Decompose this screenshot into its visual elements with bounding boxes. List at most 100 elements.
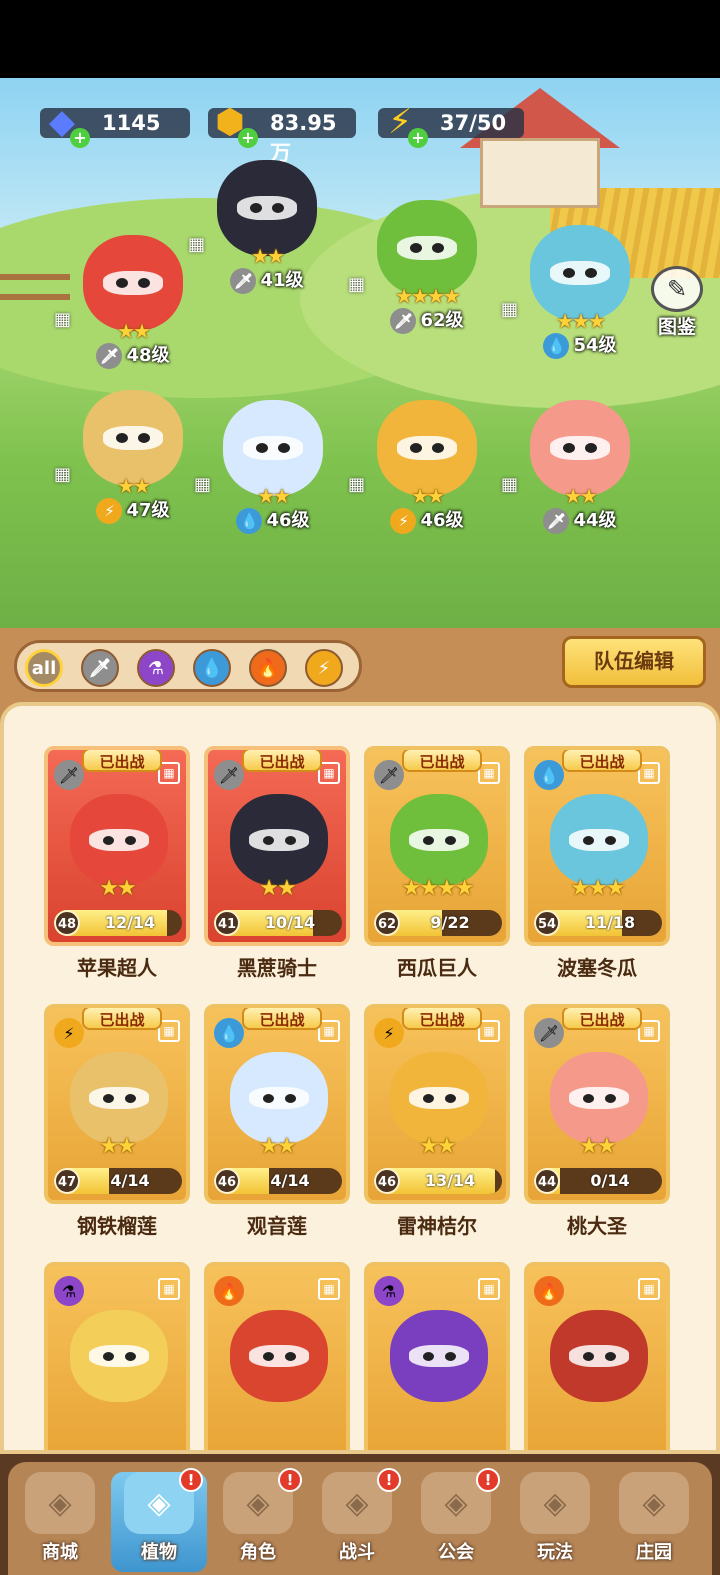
plant-card[interactable]: 🗡 ▦ 已出战 ★★ 41 10/14 [204, 746, 350, 946]
plant-card[interactable]: ⚡ ▦ 已出战 ★★ 46 13/14 [364, 1004, 510, 1204]
gem-amount: 1145 [102, 111, 161, 135]
hero-stars: ★★ [117, 474, 151, 498]
team-hero[interactable]: ▦ ★★ 🗡 41级 [188, 150, 342, 310]
plant-face [89, 829, 149, 851]
plant-card[interactable]: ⚗ ▦ [44, 1262, 190, 1450]
plant-portrait [230, 794, 328, 886]
hero-sprite [223, 400, 323, 496]
hero-level: ⚡ 46级 [352, 506, 502, 534]
card-stars: ★★ [579, 1134, 616, 1159]
shard-count: 4/14 [110, 1171, 150, 1190]
deployed-badge: 已出战 [402, 750, 482, 772]
shard-count: 11/18 [584, 913, 636, 932]
team-hero[interactable]: ▦ ★★ 💧 46级 [194, 390, 348, 550]
plant-portrait [70, 794, 168, 886]
shard-progress-bar: 44 0/14 [534, 1168, 662, 1194]
plant-card[interactable]: 💧 ▦ 已出战 ★★★ 54 11/18 [524, 746, 670, 946]
sword-icon: 🗡 [390, 308, 417, 334]
team-hero[interactable]: ▦ ★★★★ 🗡 62级 [348, 190, 502, 350]
plant-card[interactable]: ⚗ ▦ [364, 1262, 510, 1450]
potion-icon: ⚗ [54, 1276, 84, 1306]
tab-battle[interactable]: ◈ 战斗! [309, 1468, 405, 1572]
shard-count: 0/14 [590, 1171, 630, 1190]
filter-fire[interactable]: 🔥 [249, 649, 287, 687]
plant-face [409, 1345, 469, 1367]
plant-face [249, 1087, 309, 1109]
shard-progress-bar: 62 9/22 [374, 910, 502, 936]
hero-level: ⚡ 47级 [58, 496, 208, 524]
plant-card[interactable]: 🔥 ▦ [204, 1262, 350, 1450]
shard-progress-bar: 46 13/14 [374, 1168, 502, 1194]
plant-portrait [550, 1310, 648, 1402]
sword-icon: 🗡 [54, 760, 84, 790]
tab-manor[interactable]: ◈ 庄园 [606, 1472, 702, 1572]
card-stars: ★★ [419, 1134, 456, 1159]
tab-label: 植物 [141, 1542, 177, 1563]
plant-card[interactable]: 🗡 ▦ 已出战 ★★ 48 12/14 [44, 746, 190, 946]
formation-slot-icon: ▦ [318, 1278, 340, 1300]
gem-counter[interactable]: ◆ + 1145 [40, 105, 190, 148]
plant-portrait [390, 1310, 488, 1402]
plant-face [409, 1087, 469, 1109]
team-edit-button[interactable]: 队伍编辑 [562, 636, 706, 688]
plant-name: 苹果超人 [77, 956, 157, 980]
filter-potion[interactable]: ⚗ [137, 649, 175, 687]
energy-counter[interactable]: ⚡ + 37/50 [378, 105, 524, 148]
plant-name: 观音莲 [247, 1214, 307, 1238]
plant-face [89, 1345, 149, 1367]
hero-stars: ★★ [564, 484, 598, 508]
card-stars: ★★★ [570, 876, 625, 901]
plant-card[interactable]: 💧 ▦ 已出战 ★★ 46 4/14 [204, 1004, 350, 1204]
hero-sprite [530, 225, 630, 321]
team-hero[interactable]: ▦ ★★★ 💧 54级 [501, 215, 655, 375]
hero-sprite [83, 235, 183, 331]
add-gems-icon[interactable]: + [70, 128, 90, 148]
add-energy-icon[interactable]: + [408, 128, 428, 148]
tab-plant[interactable]: ◈ 植物! [111, 1468, 207, 1572]
tab-character[interactable]: ◈ 角色! [210, 1468, 306, 1572]
thunder-icon: ⚡ [390, 508, 417, 534]
team-hero[interactable]: ▦ ★★ 🗡 44级 [501, 390, 655, 550]
plant-card[interactable]: ⚡ ▦ 已出战 ★★ 47 4/14 [44, 1004, 190, 1204]
tab-guild[interactable]: ◈ 公会! [408, 1468, 504, 1572]
water-icon: 💧 [543, 333, 570, 359]
hero-stars: ★★ [257, 484, 291, 508]
gameplay-icon: ◈ [520, 1472, 590, 1534]
card-level: 47 [54, 1168, 80, 1194]
plant-card[interactable]: 🔥 ▦ [524, 1262, 670, 1450]
shard-progress-bar: 46 4/14 [214, 1168, 342, 1194]
deployed-badge: 已出战 [562, 750, 642, 772]
team-hero[interactable]: ▦ ★★ ⚡ 47级 [54, 380, 208, 540]
plant-face [569, 829, 629, 851]
plant-portrait [390, 1052, 488, 1144]
team-hero[interactable]: ▦ ★★ 🗡 48级 [54, 225, 208, 385]
status-bar [0, 0, 720, 78]
shard-progress-bar: 48 12/14 [54, 910, 182, 936]
add-coins-icon[interactable]: + [238, 128, 258, 148]
tab-gameplay[interactable]: ◈ 玩法 [507, 1472, 603, 1572]
filter-sword[interactable]: 🗡 [81, 649, 119, 687]
deployed-badge: 已出战 [82, 1008, 162, 1030]
filter-water[interactable]: 💧 [193, 649, 231, 687]
fire-icon: 🔥 [256, 657, 280, 679]
plant-portrait [70, 1310, 168, 1402]
coin-counter[interactable]: ⬢ + 83.95万 [208, 105, 356, 165]
plant-face [409, 829, 469, 851]
hero-level: 🗡 62级 [352, 306, 502, 334]
plant-card[interactable]: 🗡 ▦ 已出战 ★★ 44 0/14 [524, 1004, 670, 1204]
hero-level-text: 62级 [420, 310, 464, 331]
card-level: 41 [214, 910, 240, 936]
filter-thunder[interactable]: ⚡ [305, 649, 343, 687]
card-level: 48 [54, 910, 80, 936]
team-hero[interactable]: ▦ ★★ ⚡ 46级 [348, 390, 502, 550]
tab-shop[interactable]: ◈ 商城 [12, 1472, 108, 1572]
hero-level-text: 46级 [266, 510, 310, 531]
plant-panel: all 🗡 ⚗ 💧 🔥 ⚡ 队伍编辑 🗡 ▦ 已出战 ★★ 48 12/14 苹果超人 🗡 ▦ 已出战 ★★ 4… [0, 628, 720, 1454]
shard-count: 10/14 [264, 913, 316, 932]
card-stars: ★★ [99, 1134, 136, 1159]
plant-card[interactable]: 🗡 ▦ 已出战 ★★★★ 62 9/22 [364, 746, 510, 946]
thunder-icon: ⚡ [96, 498, 123, 524]
book-icon: ✎ [651, 266, 703, 312]
filter-all[interactable]: all [25, 649, 63, 687]
hero-level-text: 46级 [420, 510, 464, 531]
